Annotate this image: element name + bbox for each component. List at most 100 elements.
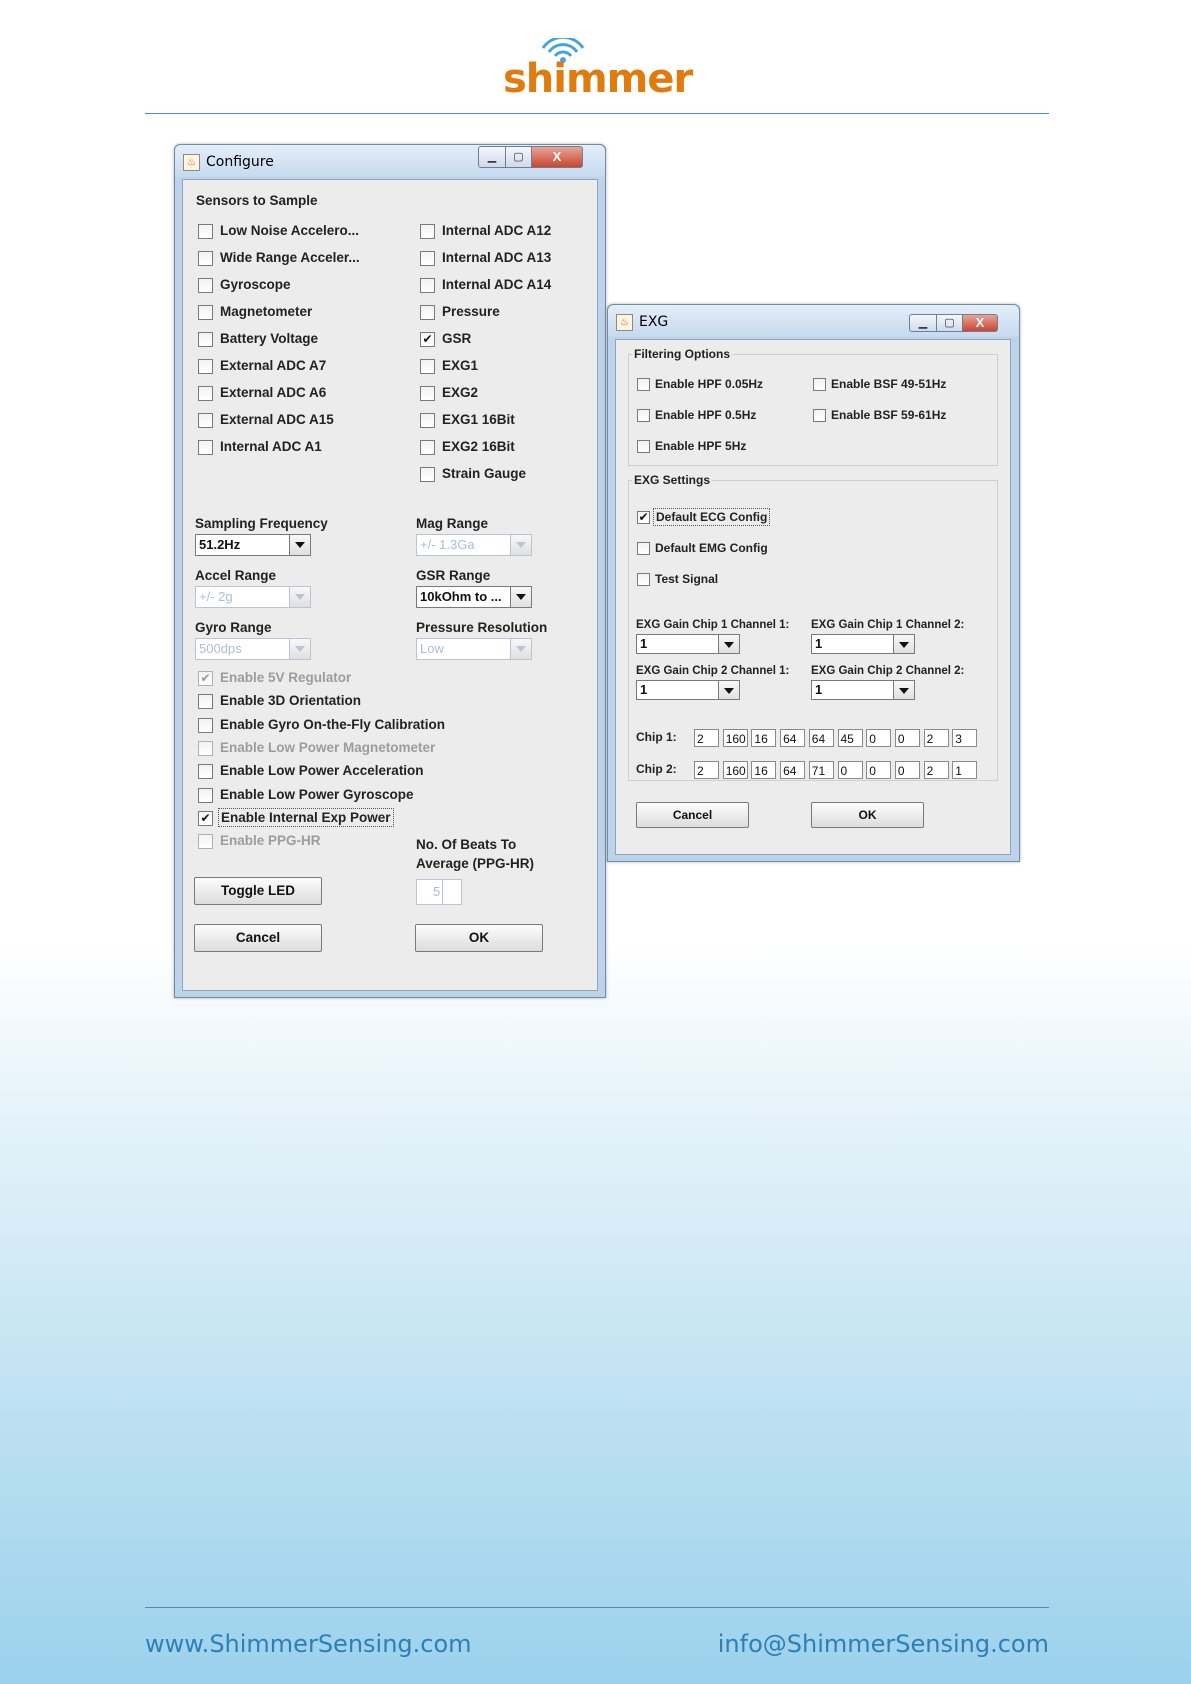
- mag-range-label: Mag Range: [416, 516, 489, 531]
- checkbox-gyroscope[interactable]: [198, 278, 213, 293]
- checkbox-enable-bsf-49-51hz[interactable]: [813, 378, 826, 391]
- checkbox-enable-low-power-gyroscope[interactable]: [198, 787, 213, 803]
- close-button[interactable]: X: [962, 314, 998, 332]
- chip1-register-field[interactable]: 3: [952, 729, 978, 747]
- checkbox-exg2[interactable]: [420, 386, 435, 401]
- chip2-register-field[interactable]: 16: [751, 761, 777, 779]
- exg-cancel-button[interactable]: Cancel: [636, 802, 749, 828]
- checkbox-default-ecg-config[interactable]: ✔: [637, 511, 650, 524]
- footer-website-link[interactable]: www.ShimmerSensing.com: [145, 1630, 472, 1658]
- chip2-register-field[interactable]: 71: [808, 761, 834, 779]
- chip1-register-field[interactable]: 0: [894, 729, 920, 747]
- beats-spinner[interactable]: 5: [416, 879, 462, 905]
- checkbox-enable-gyro-on-the-fly-calibration[interactable]: [198, 717, 213, 733]
- checkbox-external-adc-a7[interactable]: [198, 359, 213, 374]
- maximize-button[interactable]: ▢: [936, 314, 963, 332]
- sensors-heading: Sensors to Sample: [196, 193, 318, 208]
- checkbox-battery-voltage[interactable]: [198, 332, 213, 347]
- configure-titlebar[interactable]: ♨ Configure ▁ ▢ X: [175, 145, 605, 177]
- accel-range-select[interactable]: +/- 2g: [195, 586, 311, 608]
- checkbox-internal-adc-a1[interactable]: [198, 440, 213, 455]
- footer-email-link[interactable]: info@ShimmerSensing.com: [718, 1630, 1049, 1658]
- pressure-resolution-select[interactable]: Low: [416, 638, 532, 660]
- configure-window: ♨ Configure ▁ ▢ X Sensors to Sample Samp…: [174, 144, 606, 998]
- exg-ok-button[interactable]: OK: [811, 802, 924, 828]
- chip1-register-field[interactable]: 2: [694, 729, 719, 747]
- chip2-label: Chip 2:: [636, 762, 677, 776]
- checkbox-enable-hpf-0-5hz[interactable]: [637, 409, 650, 422]
- checkbox-enable-hpf-5hz[interactable]: [637, 440, 650, 453]
- close-button[interactable]: X: [531, 146, 583, 168]
- checkmark-icon: ✔: [638, 510, 649, 524]
- maximize-button[interactable]: ▢: [505, 146, 532, 168]
- exg-gain-select[interactable]: 1: [811, 634, 915, 654]
- chevron-down-icon: [510, 587, 531, 607]
- chevron-down-icon: [893, 681, 914, 699]
- ok-button[interactable]: OK: [415, 924, 543, 952]
- chip1-register-field[interactable]: 2: [923, 729, 949, 747]
- minimize-button[interactable]: ▁: [909, 314, 937, 332]
- cancel-button[interactable]: Cancel: [194, 924, 322, 952]
- chip2-register-field[interactable]: 0: [837, 761, 863, 779]
- label-internal-adc-a13: Internal ADC A13: [442, 250, 552, 265]
- checkbox-strain-gauge[interactable]: [420, 467, 435, 482]
- configure-panel: Sensors to Sample Sampling Frequency 51.…: [182, 179, 598, 991]
- checkbox-exg2-16bit[interactable]: [420, 440, 435, 455]
- sampling-frequency-select[interactable]: 51.2Hz: [195, 534, 311, 556]
- checkbox-enable-low-power-acceleration[interactable]: [198, 764, 213, 780]
- chip1-register-field[interactable]: 0: [866, 729, 892, 747]
- toggle-led-button[interactable]: Toggle LED: [194, 877, 322, 905]
- checkbox-magnetometer[interactable]: [198, 305, 213, 320]
- checkbox-default-emg-config[interactable]: [637, 542, 650, 555]
- mag-range-select[interactable]: +/- 1.3Ga: [416, 534, 532, 556]
- chip1-register-field[interactable]: 16: [751, 729, 777, 747]
- checkbox-enable-ppg-hr[interactable]: [198, 834, 213, 850]
- chip2-register-field[interactable]: 2: [923, 761, 949, 779]
- checkbox-enable-5v-regulator[interactable]: ✔: [198, 671, 213, 686]
- java-app-icon: ♨: [183, 154, 200, 171]
- chip2-register-field[interactable]: 1: [952, 761, 978, 779]
- accel-range-value: +/- 2g: [199, 589, 233, 604]
- chip1-register-field[interactable]: 45: [837, 729, 863, 747]
- chip2-register-field[interactable]: 64: [780, 761, 806, 779]
- checkbox-external-adc-a15[interactable]: [198, 413, 213, 428]
- chip2-register-field[interactable]: 160: [722, 761, 748, 779]
- sampling-frequency-label: Sampling Frequency: [195, 516, 328, 531]
- checkbox-enable-low-power-magnetometer[interactable]: [198, 740, 213, 756]
- exg-gain-select[interactable]: 1: [636, 634, 740, 654]
- chip1-register-field[interactable]: 160: [722, 729, 748, 747]
- chip1-register-field[interactable]: 64: [808, 729, 834, 747]
- checkbox-enable-internal-exp-power[interactable]: ✔: [198, 810, 213, 826]
- checkbox-wide-range-acceler[interactable]: [198, 251, 213, 266]
- chip2-register-field[interactable]: 0: [894, 761, 920, 779]
- exg-gain-value: 1: [640, 636, 648, 651]
- checkbox-pressure[interactable]: [420, 305, 435, 320]
- exg-gain-select[interactable]: 1: [811, 680, 915, 700]
- checkbox-external-adc-a6[interactable]: [198, 386, 213, 401]
- checkbox-enable-hpf-0-05hz[interactable]: [637, 378, 650, 391]
- checkmark-icon: ✔: [200, 671, 211, 685]
- checkbox-enable-3d-orientation[interactable]: [198, 694, 213, 710]
- checkbox-exg1-16bit[interactable]: [420, 413, 435, 428]
- checkbox-enable-bsf-59-61hz[interactable]: [813, 409, 826, 422]
- checkbox-internal-adc-a14[interactable]: [420, 278, 435, 293]
- minimize-button[interactable]: ▁: [478, 146, 506, 168]
- checkbox-low-noise-accelero[interactable]: [198, 224, 213, 239]
- spinner-arrows-icon[interactable]: [442, 880, 461, 904]
- label-enable-ppg-hr: Enable PPG-HR: [220, 833, 321, 849]
- exg-gain-select[interactable]: 1: [636, 680, 740, 700]
- chevron-down-icon: [510, 639, 531, 659]
- chip1-register-field[interactable]: 64: [780, 729, 806, 747]
- gyro-range-select[interactable]: 500dps: [195, 638, 311, 660]
- exg-titlebar[interactable]: ♨ EXG ▁ ▢ X: [608, 305, 1019, 337]
- chip2-register-field[interactable]: 2: [694, 761, 719, 779]
- checkbox-exg1[interactable]: [420, 359, 435, 374]
- checkbox-internal-adc-a12[interactable]: [420, 224, 435, 239]
- checkbox-test-signal[interactable]: [637, 573, 650, 586]
- label-gsr: GSR: [442, 331, 472, 346]
- gsr-range-select[interactable]: 10kOhm to ...: [416, 586, 532, 608]
- chip2-register-field[interactable]: 0: [866, 761, 892, 779]
- checkbox-internal-adc-a13[interactable]: [420, 251, 435, 266]
- label-internal-adc-a14: Internal ADC A14: [442, 277, 552, 292]
- checkbox-gsr[interactable]: ✔: [420, 332, 435, 347]
